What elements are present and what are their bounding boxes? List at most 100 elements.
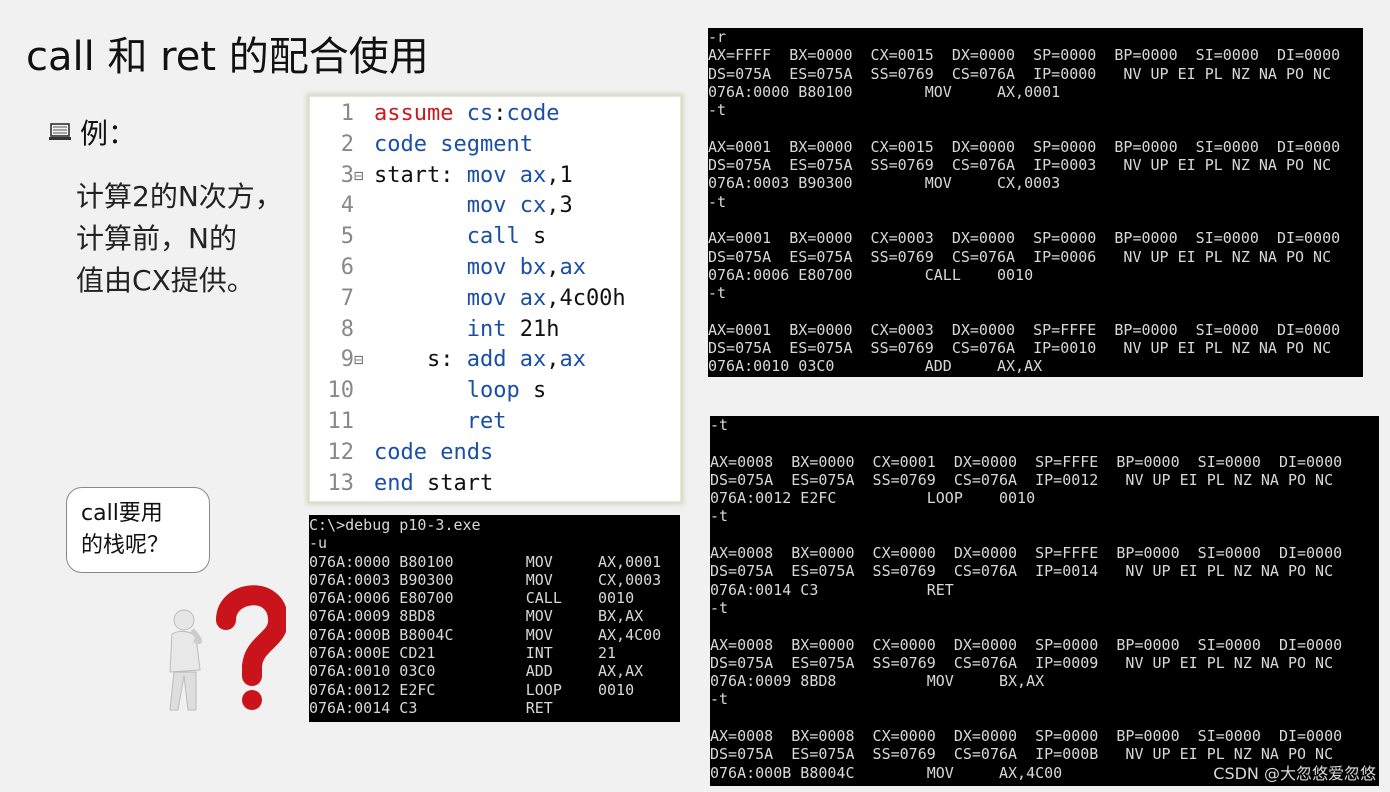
terminal-disassembly: C:\>debug p10-3.exe -u 076A:0000 B80100 MO… bbox=[309, 515, 680, 722]
terminal-line: AX=0008 BX=0000 CX=0001 DX=0000 SP=FFFE … bbox=[710, 452, 1343, 471]
terminal-line: DS=075A ES=075A SS=0769 CS=076A IP=0009 … bbox=[710, 653, 1334, 672]
terminal-line: 076A:0009 8BD8 MOV BX,AX bbox=[309, 607, 644, 626]
terminal-trace-lower: -t AX=0008 BX=0000 CX=0001 DX=0000 SP=FFF… bbox=[710, 416, 1379, 786]
terminal-line: -t bbox=[710, 598, 729, 617]
code-line: 6 mov bx,ax bbox=[310, 255, 680, 286]
code-line: 13 end start bbox=[310, 471, 680, 502]
description-line: 值由CX提供。 bbox=[76, 264, 255, 297]
line-number: 8 bbox=[340, 316, 354, 342]
terminal-line: AX=0008 BX=0000 CX=0000 DX=0000 SP=0000 … bbox=[710, 635, 1343, 654]
line-number: 3 bbox=[340, 162, 354, 188]
terminal-line: AX=FFFF BX=0000 CX=0015 DX=0000 SP=0000 … bbox=[708, 46, 1341, 65]
terminal-line: -r bbox=[708, 28, 727, 46]
terminal-line: DS=075A ES=075A SS=0769 CS=076A IP=0000 … bbox=[708, 64, 1332, 83]
terminal-line: 076A:0000 B80100 MOV AX,0001 bbox=[309, 552, 662, 571]
speech-bubble: call要用 的栈呢？ bbox=[66, 487, 210, 573]
code-line: 9 ⊟ s: add ax,ax bbox=[310, 347, 680, 378]
bubble-line: 的栈呢？ bbox=[81, 533, 170, 558]
terminal-line: -t bbox=[710, 690, 729, 709]
terminal-line: 076A:0003 B90300 MOV CX,0003 bbox=[708, 174, 1061, 193]
terminal-line: 076A:0000 B80100 MOV AX,0001 bbox=[708, 82, 1061, 101]
terminal-line: DS=075A ES=075A SS=0769 CS=076A IP=0012 … bbox=[710, 470, 1334, 489]
line-number: 12 bbox=[327, 439, 355, 465]
code-text: code segment bbox=[374, 131, 533, 157]
code-text: int 21h bbox=[374, 316, 560, 342]
code-line: 1 assume cs:code bbox=[310, 101, 680, 132]
fold-toggle-icon[interactable]: ⊟ bbox=[354, 350, 364, 369]
watermark: CSDN @大忽悠爱忽悠 bbox=[1213, 764, 1376, 783]
terminal-line: 076A:0003 B90300 MOV CX,0003 bbox=[309, 570, 662, 589]
line-number: 6 bbox=[340, 255, 354, 280]
line-number: 5 bbox=[340, 224, 354, 250]
example-label: 例： bbox=[80, 117, 137, 150]
terminal-line: AX=0001 BX=0000 CX=0003 DX=0000 SP=0000 … bbox=[708, 229, 1341, 248]
laptop-icon bbox=[49, 123, 71, 140]
description-line: 计算前，N的 bbox=[76, 222, 237, 255]
description-line: 计算2的N次方， bbox=[76, 180, 283, 213]
terminal-line: 076A:0014 C3 RET bbox=[309, 698, 553, 717]
line-number: 11 bbox=[327, 409, 355, 434]
terminal-line: AX=0008 BX=0000 CX=0000 DX=0000 SP=FFFE … bbox=[710, 544, 1343, 563]
terminal-line: -u bbox=[309, 534, 328, 553]
terminal-line: 076A:0010 03C0 ADD AX,AX bbox=[309, 662, 644, 681]
fold-toggle-icon[interactable]: ⊟ bbox=[354, 166, 364, 185]
terminal-line: DS=075A ES=075A SS=0769 CS=076A IP=0014 … bbox=[710, 562, 1334, 581]
terminal-line: 076A:000B B8004C MOV AX,4C00 bbox=[309, 625, 662, 644]
line-number: 4 bbox=[340, 193, 354, 219]
code-editor: 1 assume cs:code 2 code segment 3 ⊟ start: mov… bbox=[309, 96, 681, 502]
code-text: code ends bbox=[374, 439, 494, 465]
thinking-person-question-mark-icon bbox=[169, 585, 286, 711]
description: 计算2的N次方， 计算前，N的 值由CX提供。 bbox=[76, 176, 306, 302]
code-text: mov ax,4c00h bbox=[374, 285, 626, 311]
line-number: 9 bbox=[340, 347, 354, 373]
terminal-line: -t bbox=[708, 284, 727, 303]
code-text: end start bbox=[374, 470, 494, 496]
code-text: call s bbox=[374, 224, 547, 250]
line-number: 1 bbox=[340, 101, 354, 126]
terminal-line: AX=0008 BX=0008 CX=0000 DX=0000 SP=0000 … bbox=[710, 727, 1343, 746]
example-heading: 例： bbox=[48, 112, 136, 152]
terminal-line: 076A:0012 E2FC LOOP 0010 bbox=[710, 489, 1036, 508]
code-line: 12 code ends bbox=[310, 440, 680, 471]
terminal-line: 076A:0006 E80700 CALL 0010 bbox=[708, 265, 1034, 284]
line-number: 2 bbox=[340, 131, 354, 157]
terminal-line: DS=075A ES=075A SS=0769 CS=076A IP=0003 … bbox=[708, 156, 1332, 175]
terminal-line: 076A:0006 E80700 CALL 0010 bbox=[309, 589, 635, 608]
code-text: loop s bbox=[374, 378, 547, 404]
line-number: 7 bbox=[340, 285, 354, 311]
terminal-line: C:\>debug p10-3.exe bbox=[309, 516, 481, 534]
code-line: 7 mov ax,4c00h bbox=[310, 286, 680, 317]
terminal-line: -t bbox=[710, 507, 729, 526]
terminal-line: 076A:0012 E2FC LOOP 0010 bbox=[309, 680, 635, 699]
code-line: 10 loop s bbox=[310, 378, 680, 409]
terminal-line: 076A:0014 C3 RET bbox=[710, 580, 954, 599]
code-text: assume cs:code bbox=[374, 101, 560, 126]
code-line: 4 mov cx,3 bbox=[310, 193, 680, 224]
terminal-line: 076A:000E CD21 INT 21 bbox=[309, 644, 617, 663]
line-number: 10 bbox=[327, 378, 355, 404]
code-text: s: add ax,ax bbox=[374, 347, 586, 373]
code-text: start: mov ax,1 bbox=[374, 162, 573, 188]
terminal-trace-upper: -r AX=FFFF BX=0000 CX=0015 DX=0000 SP=000… bbox=[708, 28, 1363, 377]
terminal-line: AX=0001 BX=0000 CX=0003 DX=0000 SP=FFFE … bbox=[708, 320, 1341, 339]
terminal-line: DS=075A ES=075A SS=0769 CS=076A IP=0006 … bbox=[708, 247, 1332, 266]
slide-title: call 和 ret 的配合使用 bbox=[26, 34, 429, 80]
terminal-line: DS=075A ES=075A SS=0769 CS=076A IP=0010 … bbox=[708, 339, 1332, 358]
code-text: mov bx,ax bbox=[374, 255, 586, 280]
code-line: 11 ret bbox=[310, 409, 680, 440]
terminal-line: 076A:0010 03C0 ADD AX,AX bbox=[708, 357, 1043, 376]
terminal-line: AX=0001 BX=0000 CX=0015 DX=0000 SP=0000 … bbox=[708, 137, 1341, 156]
code-text: ret bbox=[374, 409, 507, 434]
line-number: 13 bbox=[327, 470, 355, 496]
terminal-line: -t bbox=[708, 192, 727, 211]
terminal-line: 076A:0009 8BD8 MOV BX,AX bbox=[710, 672, 1045, 691]
code-line: 5 call s bbox=[310, 224, 680, 255]
code-line: 2 code segment bbox=[310, 132, 680, 163]
code-text: mov cx,3 bbox=[374, 193, 573, 219]
